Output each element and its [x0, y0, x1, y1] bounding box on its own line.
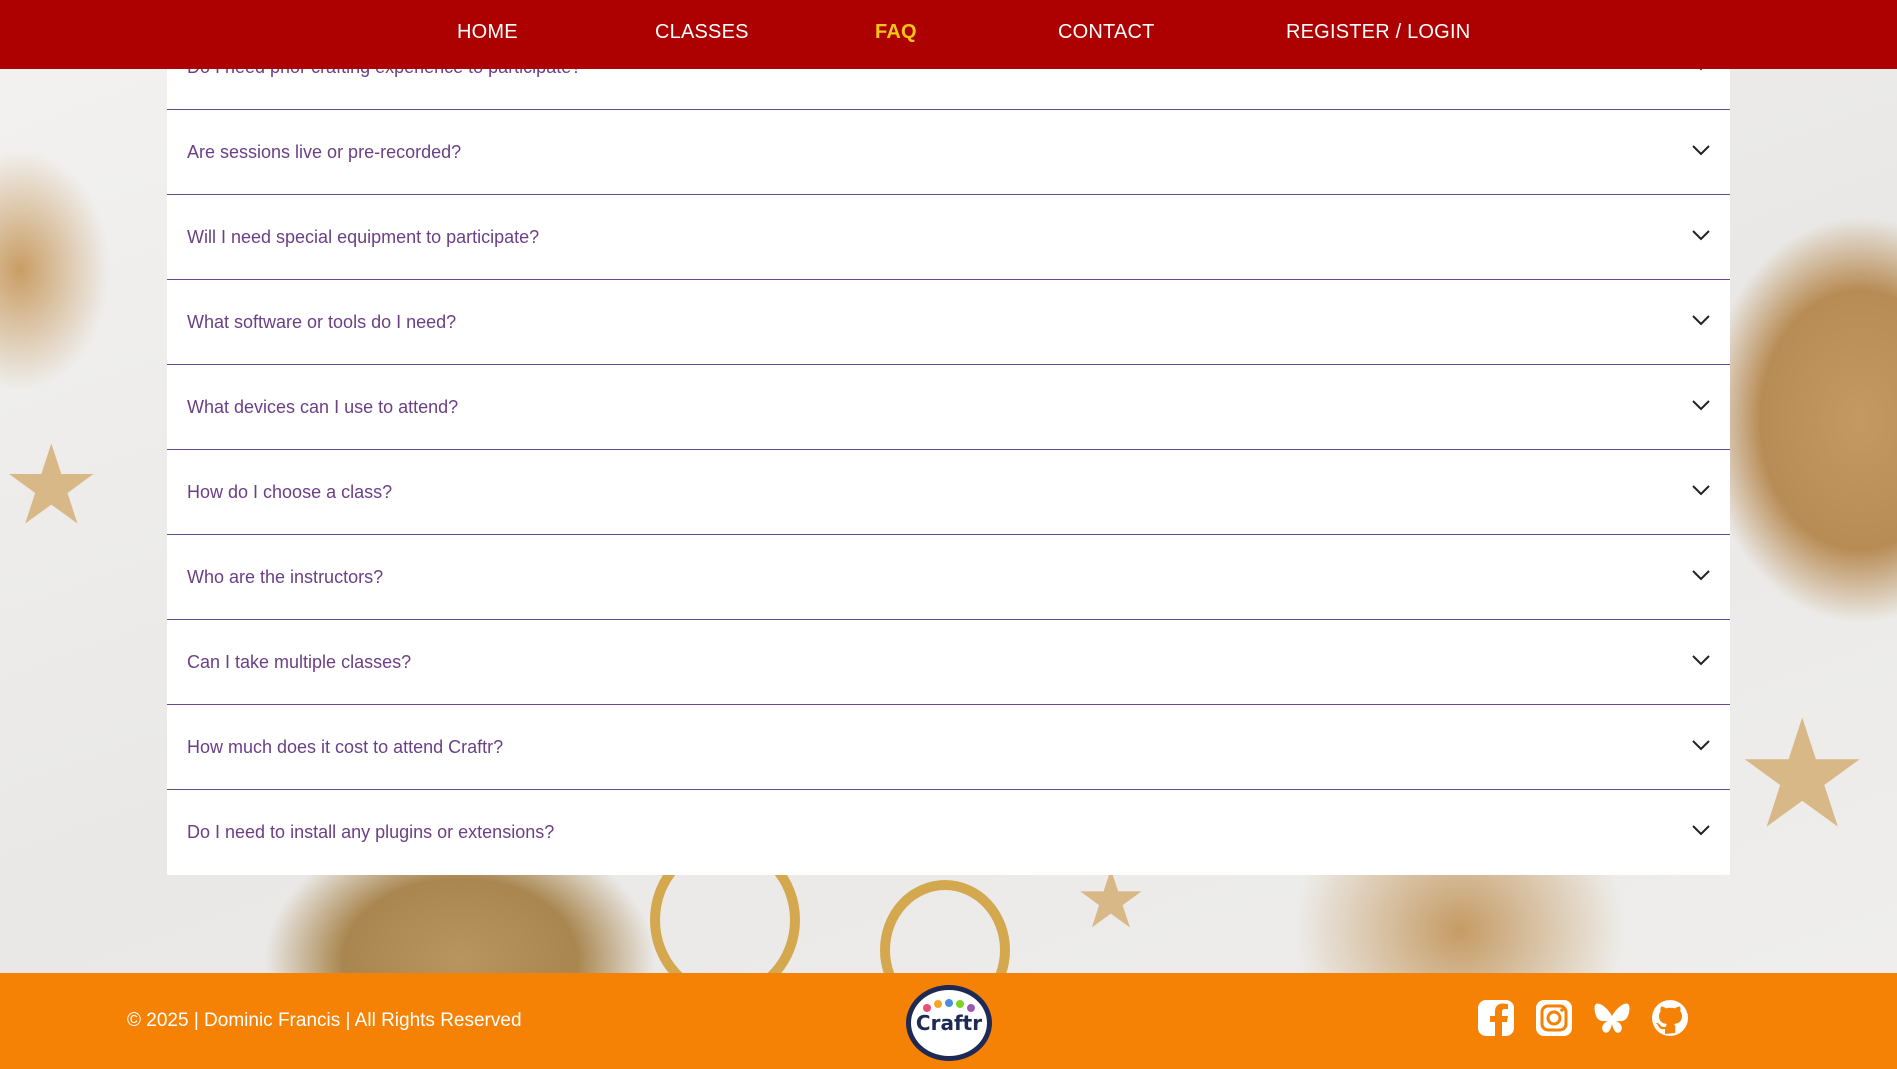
copyright-text: © 2025 | Dominic Francis | All Rights Re…	[127, 1010, 522, 1031]
faq-item[interactable]: How do I choose a class?	[167, 450, 1730, 535]
faq-item[interactable]: What devices can I use to attend?	[167, 365, 1730, 450]
chevron-down-icon	[1692, 145, 1710, 156]
wooden-star-decoration: ★	[1735, 688, 1870, 862]
chevron-down-icon	[1692, 400, 1710, 411]
chevron-down-icon	[1692, 570, 1710, 581]
faq-question: What software or tools do I need?	[187, 312, 457, 332]
faq-question: Are sessions live or pre-recorded?	[187, 142, 462, 162]
chevron-down-icon	[1692, 315, 1710, 326]
wooden-star-decoration: ★	[2, 421, 101, 549]
faq-item[interactable]: How much does it cost to attend Craftr?	[167, 705, 1730, 790]
logo-text: Craftr	[915, 1011, 983, 1035]
faq-item[interactable]: Are sessions live or pre-recorded?	[167, 110, 1730, 195]
chevron-down-icon	[1692, 825, 1710, 836]
nav-home[interactable]: HOME	[457, 0, 518, 64]
faq-accordion: Do I need prior crafting experience to p…	[167, 25, 1730, 875]
nav-faq[interactable]: FAQ	[875, 0, 917, 64]
faq-question: Who are the instructors?	[187, 567, 384, 587]
top-nav: HOME CLASSES FAQ CONTACT REGISTER / LOGI…	[0, 0, 1897, 69]
instagram-icon[interactable]	[1534, 998, 1574, 1038]
faq-item[interactable]: Who are the instructors?	[167, 535, 1730, 620]
scissors-handle-decoration	[880, 880, 1010, 973]
chevron-down-icon	[1692, 655, 1710, 666]
faq-question: How much does it cost to attend Craftr?	[187, 737, 504, 757]
faq-item[interactable]: Will I need special equipment to partici…	[167, 195, 1730, 280]
bluesky-icon[interactable]	[1592, 998, 1632, 1038]
faq-question: Will I need special equipment to partici…	[187, 227, 540, 247]
faq-item[interactable]: Can I take multiple classes?	[167, 620, 1730, 705]
chevron-down-icon	[1692, 740, 1710, 751]
nav-contact[interactable]: CONTACT	[1058, 0, 1155, 64]
faq-question: How do I choose a class?	[187, 482, 393, 502]
chevron-down-icon	[1692, 485, 1710, 496]
chevron-down-icon	[1692, 230, 1710, 241]
faq-question: Do I need to install any plugins or exte…	[187, 822, 555, 842]
faq-question: What devices can I use to attend?	[187, 397, 459, 417]
faq-question: Can I take multiple classes?	[187, 652, 412, 672]
github-icon[interactable]	[1650, 998, 1690, 1038]
nav-classes[interactable]: CLASSES	[655, 0, 749, 64]
craftr-logo[interactable]: Craftr	[906, 985, 992, 1061]
nav-register-login[interactable]: REGISTER / LOGIN	[1286, 0, 1470, 64]
facebook-icon[interactable]	[1476, 998, 1516, 1038]
faq-item[interactable]: Do I need to install any plugins or exte…	[167, 790, 1730, 875]
faq-item[interactable]: What software or tools do I need?	[167, 280, 1730, 365]
